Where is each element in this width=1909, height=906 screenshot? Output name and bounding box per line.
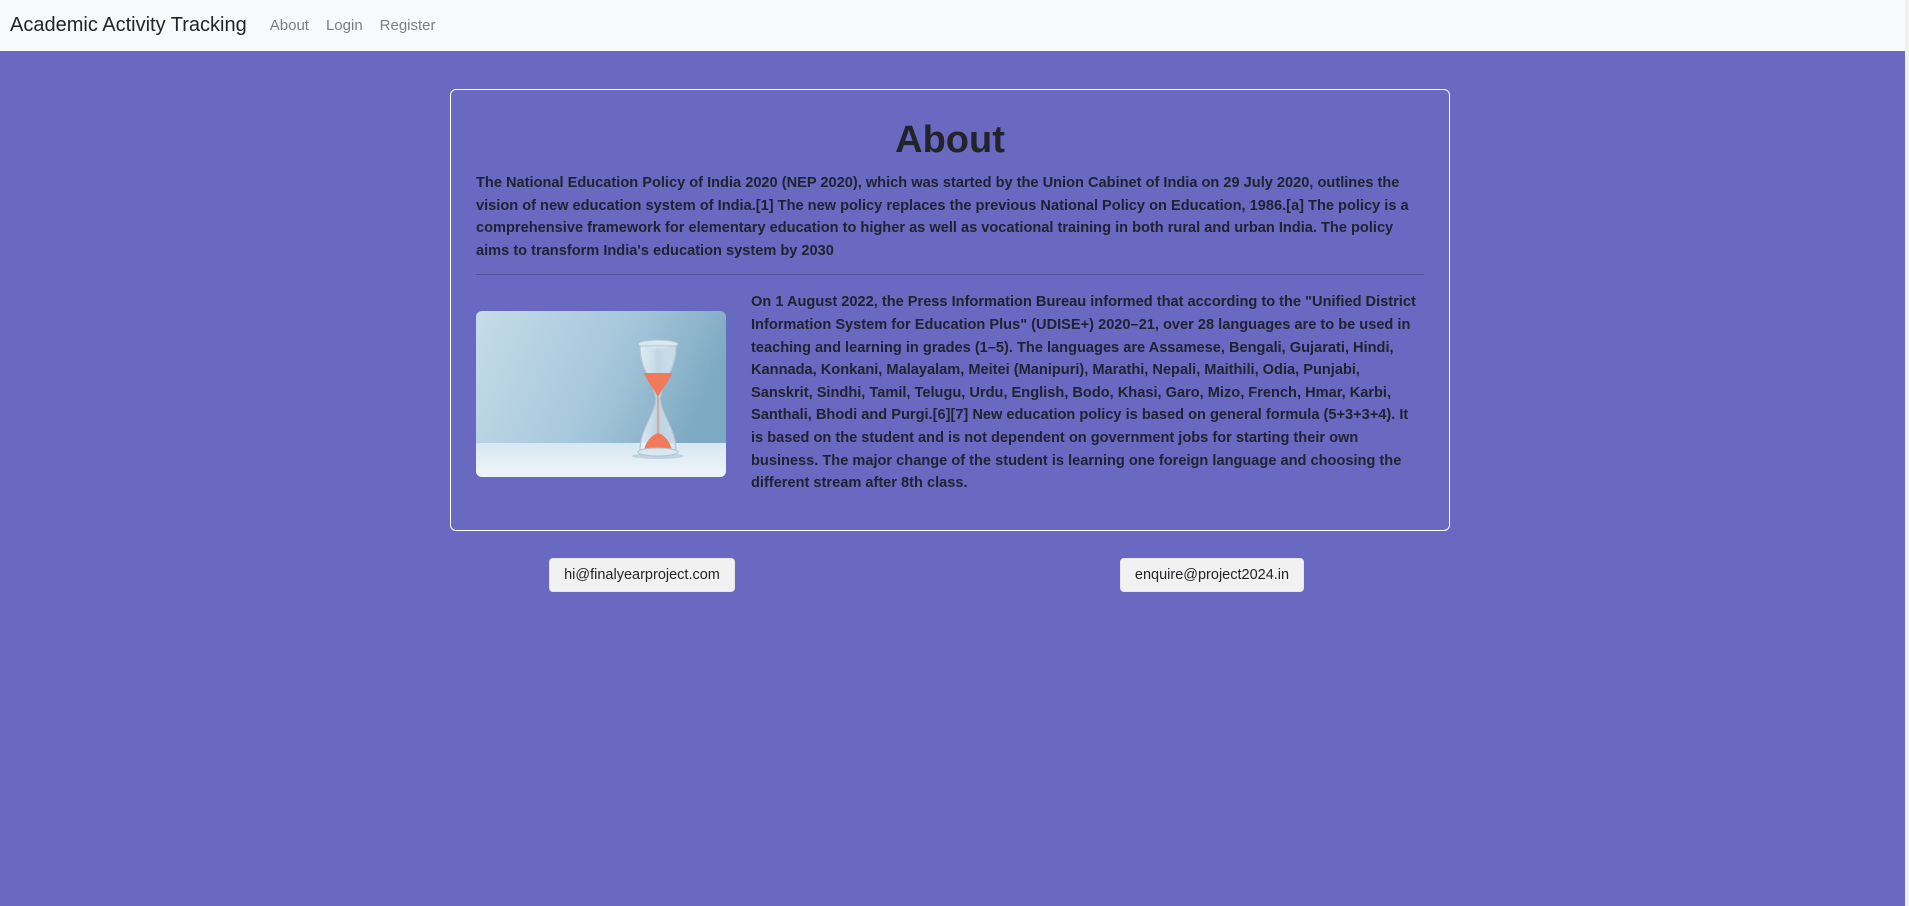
hourglass-image [476, 311, 726, 478]
email-button-project2024[interactable]: enquire@project2024.in [1120, 558, 1304, 592]
intro-paragraph: The National Education Policy of India 2… [476, 175, 1409, 259]
about-card: About The National Education Policy of I… [450, 89, 1450, 531]
page-title: About [895, 119, 1005, 161]
divider [476, 274, 1424, 276]
nav-link-about[interactable]: About [270, 17, 309, 34]
content-row: On 1 August 2022, the Press Information … [476, 291, 1424, 494]
email-button-finalyearproject[interactable]: hi@finalyearproject.com [549, 558, 735, 592]
scrollbar[interactable] [1905, 0, 1909, 906]
languages-paragraph: On 1 August 2022, the Press Information … [751, 294, 1416, 492]
top-navbar: Academic Activity Tracking About Login R… [0, 0, 1905, 51]
nav-link-login[interactable]: Login [326, 17, 363, 34]
nav-link-register[interactable]: Register [380, 17, 436, 34]
brand-title[interactable]: Academic Activity Tracking [10, 14, 247, 37]
